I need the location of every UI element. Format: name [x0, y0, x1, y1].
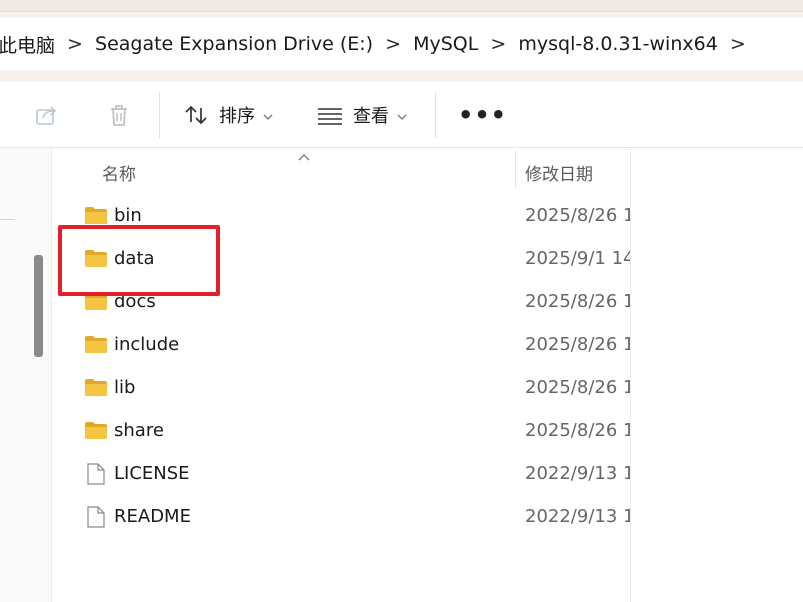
folder-icon [84, 420, 108, 444]
column-header-row: 名称 修改日期 [52, 148, 803, 188]
folder-icon [84, 291, 108, 315]
navigation-scrollbar[interactable] [34, 255, 43, 357]
chevron-down-icon [263, 106, 273, 125]
window-top-strip [0, 0, 803, 12]
folder-icon [84, 334, 108, 358]
file-modified-date: 2022/9/13 1 [525, 506, 630, 527]
column-header-name[interactable]: 名称 [102, 160, 136, 185]
sort-label: 排序 [219, 106, 255, 127]
file-row[interactable]: bin 2025/8/26 1 [52, 195, 630, 238]
folder-icon [84, 377, 108, 401]
file-modified-date: 2025/9/1 14 [525, 248, 630, 269]
folder-icon [84, 248, 108, 272]
navigation-pane[interactable] [0, 148, 52, 602]
command-bar: 排序 查看 ••• [0, 82, 803, 148]
file-name[interactable]: docs [114, 291, 156, 312]
trash-icon [106, 102, 132, 128]
file-modified-date: 2025/8/26 1 [525, 291, 630, 312]
address-bar-area: 此电脑 > Seagate Expansion Drive (E:) > MyS… [0, 12, 803, 82]
nav-item-separator [0, 219, 14, 220]
file-name[interactable]: lib [114, 377, 135, 398]
breadcrumb-mysql-folder[interactable]: mysql-8.0.31-winx64 [518, 33, 717, 55]
breadcrumb-mysql[interactable]: MySQL [413, 33, 478, 55]
column-resize-handle[interactable] [515, 150, 516, 188]
sort-button[interactable]: 排序 [183, 82, 273, 148]
more-icon: ••• [458, 101, 508, 129]
breadcrumb-separator[interactable]: > [373, 33, 413, 55]
view-list-icon [317, 102, 343, 128]
file-modified-date: 2025/8/26 1 [525, 420, 630, 441]
more-options-button[interactable]: ••• [458, 82, 507, 148]
breadcrumb-drive[interactable]: Seagate Expansion Drive (E:) [95, 33, 373, 55]
file-modified-date: 2025/8/26 1 [525, 205, 630, 226]
column-edge [630, 148, 631, 602]
file-name[interactable]: share [114, 420, 164, 441]
share-button[interactable] [34, 82, 60, 148]
breadcrumb-this-pc[interactable]: 此电脑 [0, 31, 55, 58]
file-name[interactable]: README [114, 506, 191, 527]
breadcrumb[interactable]: 此电脑 > Seagate Expansion Drive (E:) > MyS… [0, 18, 803, 70]
file-modified-date: 2025/8/26 1 [525, 334, 630, 355]
sort-up-icon [298, 146, 310, 165]
file-name[interactable]: bin [114, 205, 142, 226]
share-icon [34, 102, 60, 128]
chevron-down-icon [397, 106, 407, 125]
file-modified-date: 2025/8/26 1 [525, 377, 630, 398]
delete-button[interactable] [106, 82, 132, 148]
folder-icon [84, 205, 108, 229]
file-modified-date: 2022/9/13 1 [525, 463, 630, 484]
toolbar-divider [159, 92, 160, 138]
file-icon [87, 463, 105, 489]
file-row[interactable]: LICENSE 2022/9/13 1 [52, 453, 630, 496]
breadcrumb-separator[interactable]: > [478, 33, 518, 55]
sort-arrows-icon [183, 102, 209, 128]
file-row[interactable]: share 2025/8/26 1 [52, 410, 630, 453]
view-button[interactable]: 查看 [317, 82, 407, 148]
toolbar-divider [435, 92, 436, 138]
file-name[interactable]: data [114, 248, 155, 269]
column-header-date[interactable]: 修改日期 [525, 160, 593, 185]
file-row[interactable]: include 2025/8/26 1 [52, 324, 630, 367]
file-name[interactable]: include [114, 334, 179, 355]
view-label: 查看 [353, 106, 389, 127]
file-row[interactable]: data 2025/9/1 14 [52, 238, 630, 281]
file-row[interactable]: lib 2025/8/26 1 [52, 367, 630, 410]
breadcrumb-separator[interactable]: > [718, 33, 758, 55]
file-list[interactable]: 名称 修改日期 bin 2025/8/26 1 data 2025/9/1 14 doc… [52, 148, 803, 602]
file-row[interactable]: docs 2025/8/26 1 [52, 281, 630, 324]
file-icon [87, 506, 105, 532]
file-row[interactable]: README 2022/9/13 1 [52, 496, 630, 539]
breadcrumb-separator[interactable]: > [55, 33, 95, 55]
file-name[interactable]: LICENSE [114, 463, 190, 484]
